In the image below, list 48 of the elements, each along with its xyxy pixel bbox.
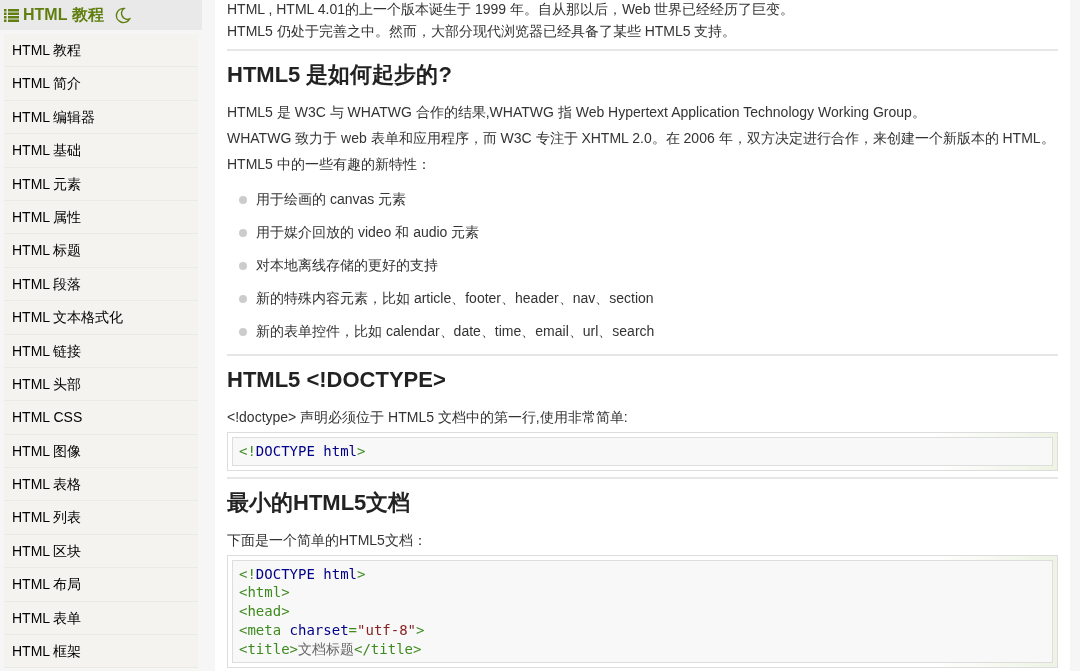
sidebar-link[interactable]: HTML 表单 bbox=[4, 601, 198, 636]
code-line: <title>文档标题</title> bbox=[239, 639, 422, 659]
section-heading: 最小的HTML5文档 bbox=[227, 488, 412, 517]
bullet-icon bbox=[239, 327, 247, 336]
bullet-icon bbox=[239, 228, 247, 237]
list-item: 新的表单控件，比如 calendar、date、time、email、url、search bbox=[256, 322, 655, 341]
sidebar-link[interactable]: HTML 编辑器 bbox=[4, 100, 198, 135]
sidebar-link[interactable]: HTML 段落 bbox=[4, 267, 198, 302]
sidebar-title: HTML 教程 bbox=[23, 5, 104, 25]
sidebar-link[interactable]: HTML 基础 bbox=[4, 134, 198, 168]
list-icon bbox=[4, 8, 19, 22]
paragraph: HTML , HTML 4.01的上一个版本诞生于 1999 年。自从那以后，Web 世界已经经历了巨变。 bbox=[227, 0, 796, 18]
bullet-icon bbox=[239, 261, 247, 270]
code-line: <head> bbox=[239, 602, 290, 621]
sidebar-link[interactable]: HTML 元素 bbox=[4, 167, 198, 201]
sidebar-link[interactable]: HTML 框架 bbox=[4, 635, 198, 669]
list-item: 新的特殊内容元素，比如 article、footer、header、nav、section bbox=[256, 289, 654, 308]
paragraph: HTML5 仍处于完善之中。然而，大部分现代浏览器已经具备了某些 HTML5 支持。 bbox=[227, 22, 738, 41]
section-heading: HTML5 是如何起步的? bbox=[227, 61, 453, 89]
list-item: 对本地离线存储的更好的支持 bbox=[256, 256, 438, 275]
section-heading: HTML5 <!DOCTYPE> bbox=[227, 366, 447, 394]
code-line: <!DOCTYPE html> bbox=[239, 564, 366, 584]
sidebar-link[interactable]: HTML 简介 bbox=[4, 67, 198, 101]
sidebar-link[interactable]: HTML 链接 bbox=[4, 334, 198, 368]
paragraph: HTML5 是 W3C 与 WHATWG 合作的结果,WHATWG 指 Web Hypertext Application Technology Working Group。 bbox=[227, 103, 927, 122]
sidebar-link[interactable]: HTML 头部 bbox=[4, 367, 198, 402]
sidebar-link[interactable]: HTML 文本格式化 bbox=[4, 301, 198, 335]
sidebar-link[interactable]: HTML 教程 bbox=[4, 34, 198, 68]
paragraph: <!doctype> 声明必须位于 HTML5 文档中的第一行,使用非常简单: bbox=[227, 408, 629, 427]
paragraph: HTML5 中的一些有趣的新特性： bbox=[227, 155, 432, 174]
code-line: <html> bbox=[239, 583, 290, 603]
code-line: <meta charset="utf-8"> bbox=[239, 620, 425, 640]
bullet-icon bbox=[239, 294, 247, 303]
sidebar-link[interactable]: HTML 列表 bbox=[4, 501, 198, 535]
list-item: 用于绘画的 canvas 元素 bbox=[256, 190, 407, 209]
moon-icon[interactable] bbox=[113, 6, 131, 24]
paragraph: 下面是一个简单的HTML5文档： bbox=[227, 530, 428, 550]
sidebar-link[interactable]: HTML 区块 bbox=[4, 534, 198, 569]
sidebar-link[interactable]: HTML 标题 bbox=[4, 234, 198, 268]
sidebar-link[interactable]: HTML 图像 bbox=[4, 434, 198, 469]
sidebar-link[interactable]: HTML 表格 bbox=[4, 468, 198, 502]
sidebar-link[interactable]: HTML CSS bbox=[4, 401, 198, 435]
list-item: 用于媒介回放的 video 和 audio 元素 bbox=[256, 223, 480, 242]
sidebar-link[interactable]: HTML 布局 bbox=[4, 568, 198, 602]
bullet-icon bbox=[239, 195, 247, 204]
code-line: <!DOCTYPE html> bbox=[239, 442, 366, 461]
sidebar-link[interactable]: HTML 属性 bbox=[4, 200, 198, 235]
paragraph: WHATWG 致力于 web 表单和应用程序，而 W3C 专注于 XHTML 2.0。在 2006 年，双方决定进行合作，来创建一个新版本的 HTML。 bbox=[227, 129, 1056, 148]
